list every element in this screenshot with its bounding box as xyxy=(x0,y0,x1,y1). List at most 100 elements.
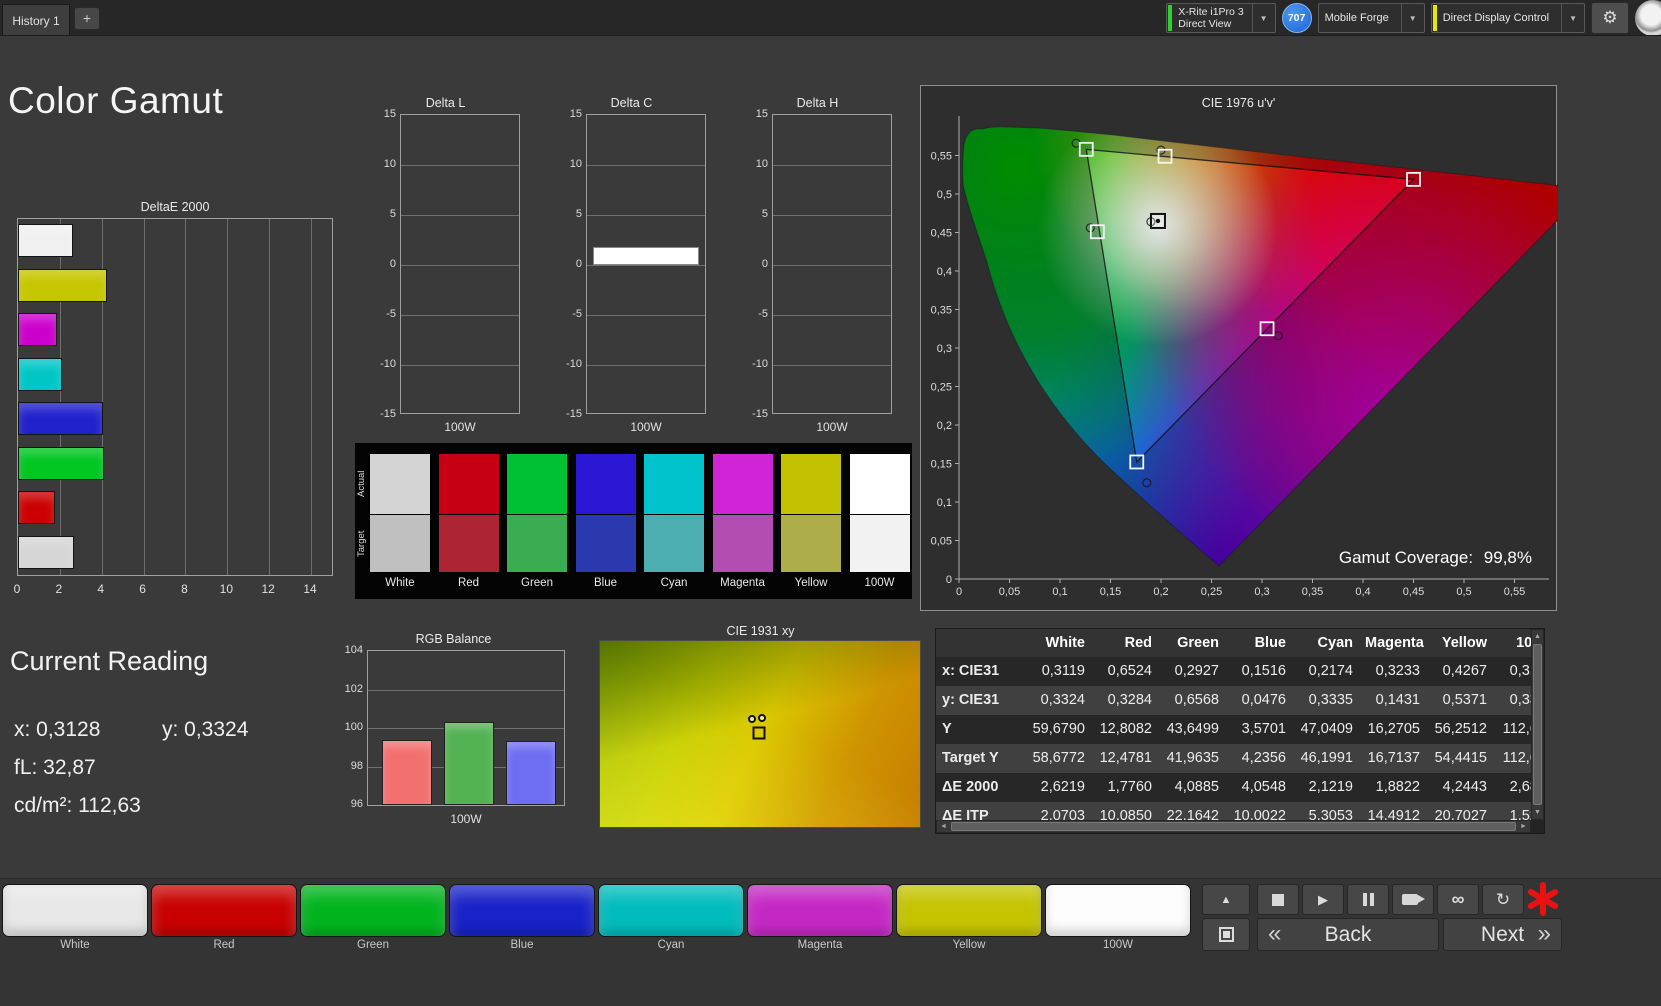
cell-value: 112,625 xyxy=(1502,721,1531,737)
y-tick-label: 15 xyxy=(755,108,768,120)
pause-button[interactable] xyxy=(1347,884,1389,915)
y-tick-label: 0 xyxy=(761,258,768,270)
target-swatch xyxy=(848,515,911,573)
notification-asterisk-icon[interactable] xyxy=(1524,880,1562,918)
scrollbar-thumb[interactable] xyxy=(951,822,1516,831)
continuous-read-button[interactable]: ∞ xyxy=(1437,884,1479,915)
cie1976-diagram[interactable]: 0 0,05 0,1 0,15 0,2 0,25 0,3 0,35 0,4 0,45 0,5 0,55… xyxy=(921,86,1558,612)
cell-value: 2,6801 xyxy=(1509,779,1531,795)
patch-label: Cyan xyxy=(657,939,685,951)
gridline xyxy=(368,689,564,691)
patch-color xyxy=(151,884,297,937)
display-control-accent-bar xyxy=(1432,5,1437,31)
x-tick-label: 0,35 xyxy=(1302,586,1323,598)
y-tick-label: -15 xyxy=(380,408,396,420)
rgb-bar-red xyxy=(382,739,432,805)
gamut-coverage-value: 99,8% xyxy=(1483,548,1532,567)
table-row[interactable]: x: CIE31 0,3119 0,6524 0,2927 0,1516 0,2174 0,… xyxy=(936,657,1531,686)
scroll-left-icon[interactable]: ◄ xyxy=(937,820,950,833)
meter-count-badge[interactable]: 707 xyxy=(1281,3,1312,33)
pattern-source-select[interactable]: Mobile Forge ▼ xyxy=(1317,3,1425,33)
patch-magenta-button[interactable]: Magenta xyxy=(747,884,893,954)
patch-yellow-button[interactable]: Yellow xyxy=(896,884,1042,954)
table-row[interactable]: Target Y 58,6772 12,4781 41,9635 4,2356 46,19… xyxy=(936,744,1531,773)
patch-100w-button[interactable]: 100W xyxy=(1045,884,1191,954)
y-tick-label: 102 xyxy=(344,682,363,695)
cell-value: 3,5701 xyxy=(1241,721,1286,737)
axis-label: 100W xyxy=(450,812,482,826)
scroll-right-icon[interactable]: ► xyxy=(1517,820,1530,833)
cell-value: 12,8082 xyxy=(1099,721,1152,737)
history-tab[interactable]: History 1 xyxy=(2,4,70,35)
calibration-app: History 1 + X-Rite i1Pro 3 Direct View ▼… xyxy=(0,0,1661,1006)
refresh-button[interactable]: ↻ xyxy=(1482,884,1524,915)
table-row[interactable]: y: CIE31 0,3324 0,3284 0,6568 0,0476 0,3335 0,… xyxy=(936,686,1531,715)
gridline xyxy=(587,215,705,216)
reading-y: y: 0,3324 xyxy=(162,718,249,741)
delta-l-plot xyxy=(400,114,520,414)
stop-button[interactable] xyxy=(1257,884,1299,915)
scroll-down-icon[interactable]: ▼ xyxy=(1531,806,1544,819)
x-tick-label: 0,45 xyxy=(1403,586,1424,598)
collapse-button[interactable]: ▲ xyxy=(1202,884,1250,915)
display-control-select[interactable]: Direct Display Control ▼ xyxy=(1430,3,1585,33)
gridline xyxy=(311,219,313,575)
cell-value: 4,2356 xyxy=(1241,750,1286,766)
patch-cyan-button[interactable]: Cyan xyxy=(598,884,744,954)
y-tick-label: 5 xyxy=(575,208,582,220)
patch-label: 100W xyxy=(1102,939,1134,951)
table-row[interactable]: Y 59,6790 12,8082 43,6499 3,5701 47,0409 16,27… xyxy=(936,715,1531,744)
table-header-row: White Red Green Blue Cyan Magenta Yellow 100W xyxy=(936,629,1531,657)
swatch-column-blue: Blue xyxy=(574,453,637,589)
play-button[interactable]: ▶ xyxy=(1302,884,1344,915)
cie1931-plot[interactable] xyxy=(599,640,921,828)
add-tab-button[interactable]: + xyxy=(74,7,100,30)
target-row-label: Target xyxy=(356,530,367,558)
window-pattern-button[interactable] xyxy=(1202,918,1250,951)
delta-h-plot xyxy=(772,114,892,414)
cell-value: 22,1642 xyxy=(1166,808,1219,822)
swatch-label: Green xyxy=(521,577,553,589)
row-label: x: CIE31 xyxy=(942,663,1000,679)
patch-red-button[interactable]: Red xyxy=(151,884,297,954)
gridline xyxy=(773,315,891,316)
scroll-up-icon[interactable]: ▲ xyxy=(1531,630,1544,643)
measurement-marker xyxy=(748,715,756,724)
next-button[interactable]: Next » xyxy=(1443,918,1562,951)
x-tick-label: 0 xyxy=(956,586,962,598)
table-row[interactable]: ΔE 2000 2,6219 1,7760 4,0885 4,0548 2,1219 1,8… xyxy=(936,773,1531,802)
table-row[interactable]: ΔE ITP 2,0703 10,0850 22,1642 10,0022 5,3053 1… xyxy=(936,802,1531,822)
patch-green-button[interactable]: Green xyxy=(300,884,446,954)
meter-name: X-Rite i1Pro 3 xyxy=(1178,6,1244,18)
chevron-down-icon: ▼ xyxy=(1400,4,1424,32)
gear-icon: ⚙ xyxy=(1602,8,1618,27)
x-tick-label: 0,05 xyxy=(999,586,1020,598)
deltae2000-chart: DeltaE 2000 0 2 4 6 8 10 12 14 xyxy=(14,198,335,602)
swatch-label: White xyxy=(385,577,415,589)
y-tick-label: 0,05 xyxy=(931,536,952,548)
scrollbar-thumb[interactable] xyxy=(1533,644,1542,805)
y-tick-label: 96 xyxy=(350,798,363,810)
row-label: ΔE 2000 xyxy=(942,779,999,795)
patch-blue-button[interactable]: Blue xyxy=(449,884,595,954)
target-swatch xyxy=(369,515,431,573)
actual-swatch xyxy=(848,453,911,515)
meter-status-icon[interactable] xyxy=(1635,0,1661,35)
cell-value: 0,3335 xyxy=(1308,692,1353,708)
gridline xyxy=(227,219,229,575)
meter-select[interactable]: X-Rite i1Pro 3 Direct View ▼ xyxy=(1166,3,1276,33)
settings-button[interactable]: ⚙ xyxy=(1591,2,1629,34)
back-button[interactable]: « Back xyxy=(1257,918,1439,951)
patch-white-button[interactable]: White xyxy=(2,884,148,954)
cie1976-chart: CIE 1976 u'v' 0 0,05 0,1 0,15 0,2 0,25 0… xyxy=(920,85,1558,612)
table-vertical-scrollbar[interactable]: ▲ ▼ xyxy=(1531,629,1544,820)
y-tick-label: 104 xyxy=(344,644,363,656)
y-tick-label: -10 xyxy=(752,358,768,370)
swatch-label: Cyan xyxy=(660,577,688,589)
camera-button[interactable] xyxy=(1392,884,1434,915)
deltae-bar-white xyxy=(18,224,73,257)
y-tick-label: 0,15 xyxy=(931,459,952,471)
y-tick-label: 0,5 xyxy=(937,189,952,201)
table-horizontal-scrollbar[interactable]: ◄ ► xyxy=(936,820,1531,833)
y-tick-label: 0,2 xyxy=(937,420,952,432)
